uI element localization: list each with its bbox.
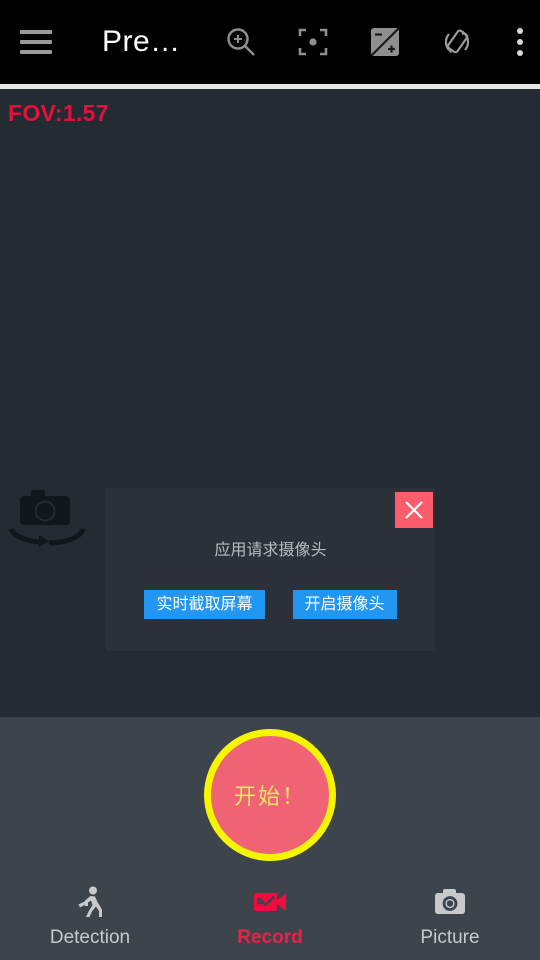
open-camera-button[interactable]: 开启摄像头 [292,590,397,619]
hamburger-line [20,50,52,54]
focus-target-icon[interactable] [290,19,336,65]
tab-label-record: Record [237,927,303,948]
tab-picture[interactable]: Picture [360,872,540,960]
overflow-dot [517,28,523,34]
camera-preview-area[interactable]: FOV:1.57 应用请求摄像头 实时截取屏幕 开启摄像头 [0,89,540,717]
overflow-menu-icon[interactable] [506,19,534,65]
photo-camera-icon [433,884,467,920]
fov-label: FOV:1.57 [8,100,109,126]
exposure-compensation-icon[interactable] [362,19,408,65]
page-title: Pre… [102,25,181,58]
hamburger-line [20,40,52,44]
screen-rotation-icon[interactable] [434,19,480,65]
overflow-dot [517,39,523,45]
camera-app-screen: Pre… FOV:1.57 应用请求摄像头 实时截取屏幕 开启摄像头 开始！ D… [0,0,540,960]
video-camera-check-icon [252,884,288,920]
tab-detection[interactable]: Detection [0,872,180,960]
top-app-bar: Pre… [0,0,540,84]
close-icon[interactable] [395,492,433,528]
zoom-in-icon[interactable] [218,19,264,65]
dialog-message: 应用请求摄像头 [214,542,327,559]
top-bar-actions [218,0,534,84]
switch-camera-icon[interactable] [5,487,89,553]
dialog-actions: 实时截取屏幕 开启摄像头 [106,590,435,619]
start-button[interactable]: 开始！ [204,729,336,861]
capture-screen-button[interactable]: 实时截取屏幕 [144,590,265,619]
running-person-icon [73,884,107,920]
hamburger-menu-icon[interactable] [20,22,72,62]
start-button-label: 开始！ [233,784,306,809]
tab-label-detection: Detection [49,927,131,948]
tab-label-picture: Picture [420,927,480,948]
overflow-dot [517,50,523,56]
tab-record[interactable]: Record [180,872,360,960]
hamburger-line [20,30,52,34]
camera-permission-dialog: 应用请求摄像头 实时截取屏幕 开启摄像头 [106,488,435,651]
bottom-tab-bar: Detection Record Picture [0,872,540,960]
